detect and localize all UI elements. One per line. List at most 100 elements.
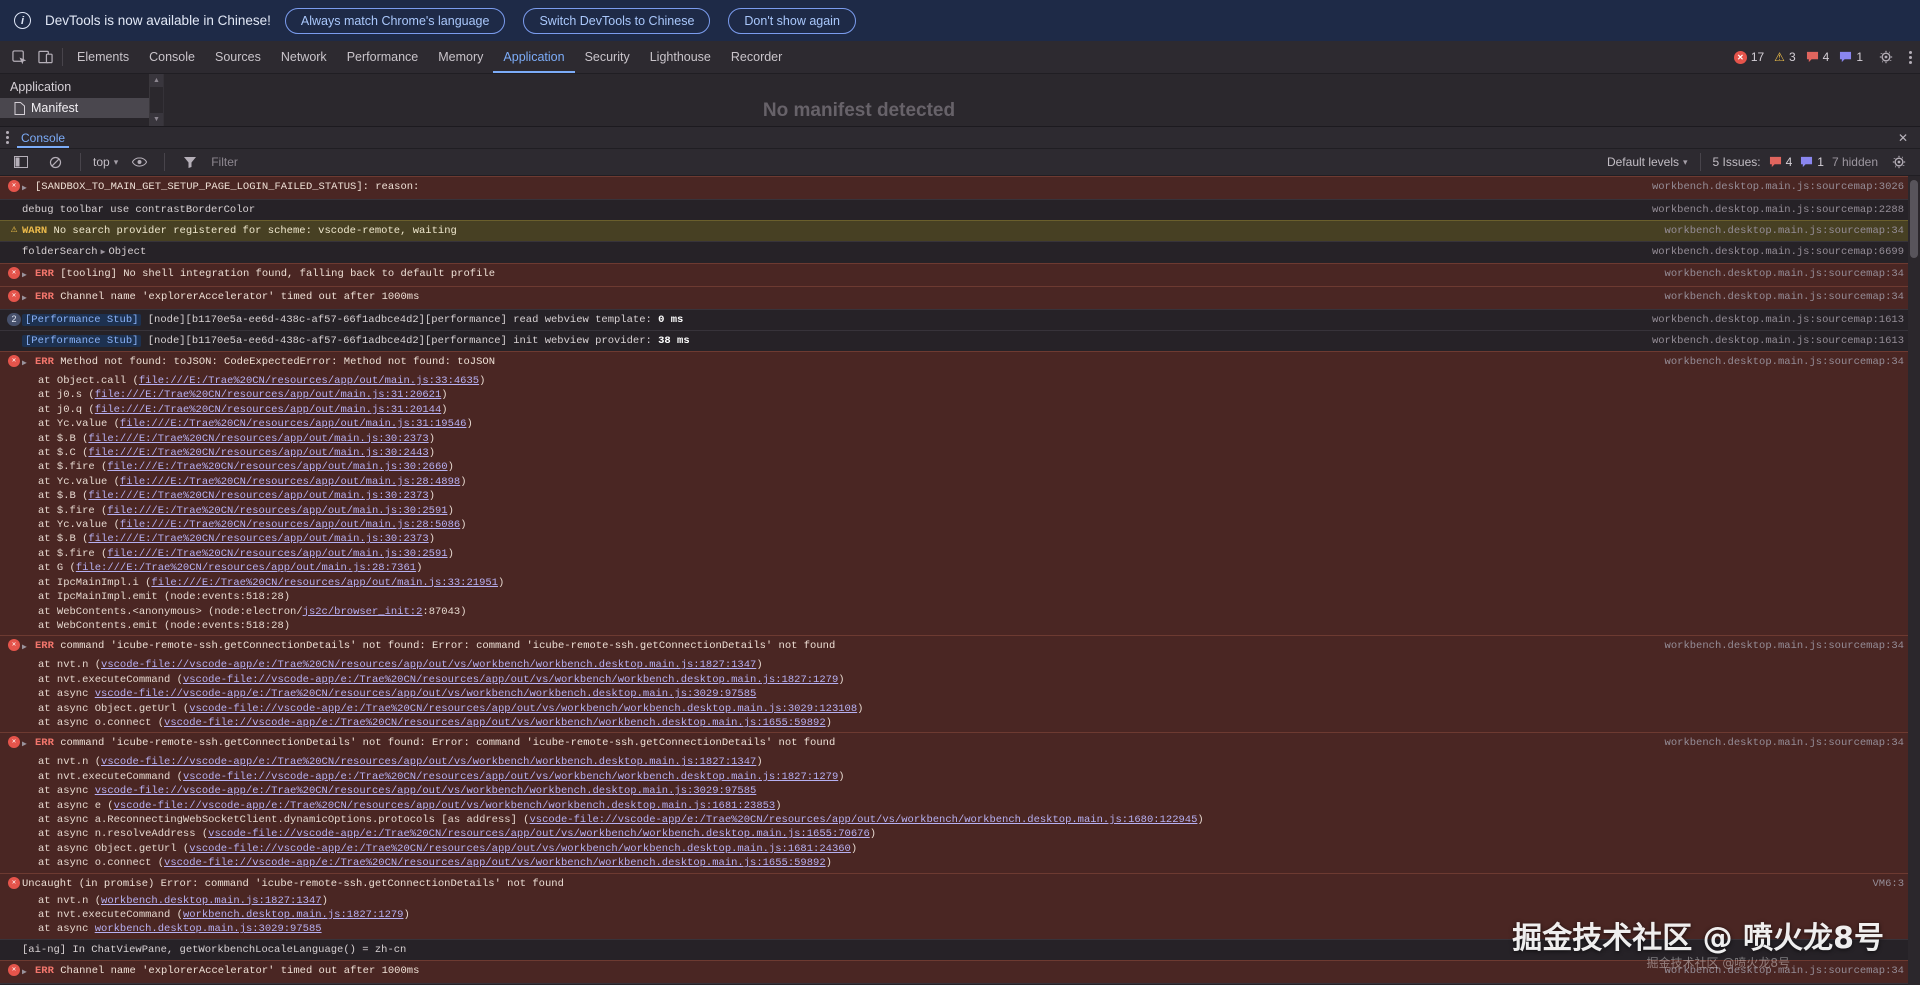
live-expression-eye-icon[interactable] [126, 149, 152, 175]
source-location-link[interactable]: workbench.desktop.main.js:sourcemap:1613 [1652, 312, 1904, 328]
device-toolbar-icon[interactable] [32, 44, 58, 70]
expand-arrow-icon[interactable]: ▶ [22, 963, 35, 981]
settings-gear-icon[interactable] [1873, 44, 1899, 70]
object-preview[interactable]: Object [108, 246, 146, 258]
console-message[interactable]: ✕Uncaught (in promise) Error: command 'i… [0, 873, 1920, 939]
source-location-link[interactable]: workbench.desktop.main.js:sourcemap:1613 [1652, 333, 1904, 349]
tab-performance[interactable]: Performance [337, 41, 429, 73]
tab-memory[interactable]: Memory [428, 41, 493, 73]
console-settings-gear-icon[interactable] [1886, 149, 1912, 175]
drawer-tab-console[interactable]: Console [17, 127, 69, 148]
stack-frame-link[interactable]: vscode-file://vscode-app/e:/Trae%20CN/re… [95, 785, 757, 797]
stack-frame-link[interactable]: vscode-file://vscode-app/e:/Trae%20CN/re… [95, 688, 757, 700]
console-message[interactable]: folderSearch▶Objectworkbench.desktop.mai… [0, 241, 1920, 263]
stack-frame-link[interactable]: file:///E:/Trae%20CN/resources/app/out/m… [107, 548, 447, 560]
drawer-menu-icon[interactable] [6, 131, 9, 144]
console-message[interactable]: 2[Performance Stub] [node][b1170e5a-ee6d… [0, 309, 1920, 330]
stack-frame-link[interactable]: file:///E:/Trae%20CN/resources/app/out/m… [88, 490, 428, 502]
console-message[interactable]: debug toolbar use contrastBorderColorwor… [0, 199, 1920, 220]
source-location-link[interactable]: workbench.desktop.main.js:sourcemap:34 [1665, 223, 1904, 239]
issues-badge-blue[interactable]: 1 [1839, 50, 1863, 64]
stack-frame-link[interactable]: vscode-file://vscode-app/e:/Trae%20CN/re… [164, 857, 826, 869]
stack-frame-link[interactable]: vscode-file://vscode-app/e:/Trae%20CN/re… [189, 703, 857, 715]
console-message[interactable]: ✕▶ERR [tooling] No shell integration fou… [0, 263, 1920, 286]
stack-frame-link[interactable]: js2c/browser_init:2 [303, 606, 423, 618]
log-levels-dropdown[interactable]: Default levels ▾ [1607, 155, 1688, 169]
tab-console[interactable]: Console [139, 41, 205, 73]
stack-frame-link[interactable]: file:///E:/Trae%20CN/resources/app/out/m… [95, 389, 442, 401]
console-message[interactable]: ✕▶ERR Method not found: toJSON: CodeExpe… [0, 351, 1920, 635]
console-errors-badge[interactable]: ✕ 17 [1734, 50, 1764, 64]
clear-console-icon[interactable] [42, 149, 68, 175]
stack-frame-link[interactable]: vscode-file://vscode-app/e:/Trae%20CN/re… [183, 771, 838, 783]
stack-frame-link[interactable]: file:///E:/Trae%20CN/resources/app/out/m… [120, 476, 460, 488]
dont-show-again-button[interactable]: Don't show again [728, 8, 856, 34]
stack-frame-link[interactable]: file:///E:/Trae%20CN/resources/app/out/m… [95, 404, 442, 416]
stack-frame-link[interactable]: vscode-file://vscode-app/e:/Trae%20CN/re… [101, 659, 756, 671]
expand-arrow-icon[interactable]: ▶ [22, 638, 35, 656]
hidden-messages-link[interactable]: 7 hidden [1832, 155, 1878, 169]
expand-arrow-icon[interactable]: ▶ [22, 354, 35, 372]
console-message[interactable]: ✕▶ERR Channel name 'explorerAccelerator'… [0, 960, 1920, 983]
tab-lighthouse[interactable]: Lighthouse [640, 41, 721, 73]
tab-network[interactable]: Network [271, 41, 337, 73]
filter-input[interactable] [211, 155, 1599, 169]
inspect-element-icon[interactable] [6, 44, 32, 70]
tab-security[interactable]: Security [575, 41, 640, 73]
stack-frame-link[interactable]: file:///E:/Trae%20CN/resources/app/out/m… [88, 533, 428, 545]
scroll-down-icon[interactable]: ▼ [150, 113, 163, 126]
expand-arrow-icon[interactable]: ▶ [22, 289, 35, 307]
toolbar-issues-blue[interactable]: 1 [1800, 155, 1824, 169]
source-location-link[interactable]: workbench.desktop.main.js:sourcemap:34 [1665, 735, 1904, 751]
expand-arrow-icon[interactable]: ▶ [22, 735, 35, 753]
source-location-link[interactable]: VM6:3 [1872, 876, 1904, 892]
sidebar-scrollbar[interactable]: ▲ ▼ [150, 74, 164, 126]
source-location-link[interactable]: workbench.desktop.main.js:sourcemap:34 [1665, 963, 1904, 979]
console-message[interactable]: ⚠WARN No search provider registered for … [0, 220, 1920, 241]
more-options-icon[interactable] [1909, 51, 1912, 64]
tab-sources[interactable]: Sources [205, 41, 271, 73]
source-location-link[interactable]: workbench.desktop.main.js:sourcemap:34 [1665, 354, 1904, 370]
stack-frame-link[interactable]: file:///E:/Trae%20CN/resources/app/out/m… [88, 447, 428, 459]
stack-frame-link[interactable]: workbench.desktop.main.js:1827:1347 [101, 895, 322, 907]
expand-arrow-icon[interactable]: ▶ [22, 179, 35, 197]
stack-frame-link[interactable]: vscode-file://vscode-app/e:/Trae%20CN/re… [183, 674, 838, 686]
stack-frame-link[interactable]: file:///E:/Trae%20CN/resources/app/out/m… [120, 418, 467, 430]
tab-application[interactable]: Application [493, 41, 574, 73]
stack-frame-link[interactable]: file:///E:/Trae%20CN/resources/app/out/m… [76, 562, 416, 574]
stack-frame-link[interactable]: vscode-file://vscode-app/e:/Trae%20CN/re… [164, 717, 826, 729]
stack-frame-link[interactable]: vscode-file://vscode-app/e:/Trae%20CN/re… [208, 828, 870, 840]
always-match-language-button[interactable]: Always match Chrome's language [285, 8, 506, 34]
source-location-link[interactable]: workbench.desktop.main.js:sourcemap:3026 [1652, 179, 1904, 195]
console-message[interactable]: ✕▶ERR command 'icube-remote-ssh.getConne… [0, 635, 1920, 732]
console-message[interactable]: ✕▶ERR Channel name 'explorerAccelerator'… [0, 286, 1920, 309]
console-message[interactable]: [ai-ng] In ChatViewPane, getWorkbenchLoc… [0, 939, 1920, 960]
stack-frame-link[interactable]: vscode-file://vscode-app/e:/Trae%20CN/re… [189, 843, 851, 855]
switch-devtools-chinese-button[interactable]: Switch DevTools to Chinese [523, 8, 710, 34]
stack-frame-link[interactable]: file:///E:/Trae%20CN/resources/app/out/m… [151, 577, 498, 589]
scrollbar-thumb[interactable] [1910, 180, 1918, 258]
stack-frame-link[interactable]: file:///E:/Trae%20CN/resources/app/out/m… [107, 505, 447, 517]
stack-frame-link[interactable]: workbench.desktop.main.js:3029:97585 [95, 923, 322, 935]
scroll-up-icon[interactable]: ▲ [150, 74, 163, 87]
source-location-link[interactable]: workbench.desktop.main.js:sourcemap:2288 [1652, 202, 1904, 218]
console-scrollbar[interactable] [1908, 176, 1920, 985]
source-location-link[interactable]: workbench.desktop.main.js:sourcemap:34 [1665, 266, 1904, 282]
expand-arrow-icon[interactable]: ▶ [22, 266, 35, 284]
expand-object-icon[interactable]: ▶ [98, 248, 109, 257]
console-sidebar-toggle-icon[interactable] [8, 149, 34, 175]
source-location-link[interactable]: workbench.desktop.main.js:sourcemap:34 [1665, 638, 1904, 654]
javascript-context-selector[interactable]: top ▾ [93, 155, 118, 169]
console-message[interactable]: ✕▶ERR command 'icube-remote-ssh.getConne… [0, 732, 1920, 872]
toolbar-issues-red[interactable]: 4 [1769, 155, 1793, 169]
stack-frame-link[interactable]: vscode-file://vscode-app/e:/Trae%20CN/re… [529, 814, 1197, 826]
console-message[interactable]: [Performance Stub] [node][b1170e5a-ee6d-… [0, 330, 1920, 351]
close-drawer-icon[interactable]: ✕ [1892, 131, 1914, 145]
stack-frame-link[interactable]: file:///E:/Trae%20CN/resources/app/out/m… [120, 519, 460, 531]
stack-frame-link[interactable]: file:///E:/Trae%20CN/resources/app/out/m… [107, 461, 447, 473]
stack-frame-link[interactable]: file:///E:/Trae%20CN/resources/app/out/m… [139, 375, 479, 387]
source-location-link[interactable]: workbench.desktop.main.js:sourcemap:6699 [1652, 244, 1904, 260]
console-warnings-badge[interactable]: ⚠ 3 [1774, 50, 1795, 64]
stack-frame-link[interactable]: file:///E:/Trae%20CN/resources/app/out/m… [88, 433, 428, 445]
source-location-link[interactable]: workbench.desktop.main.js:sourcemap:34 [1665, 289, 1904, 305]
